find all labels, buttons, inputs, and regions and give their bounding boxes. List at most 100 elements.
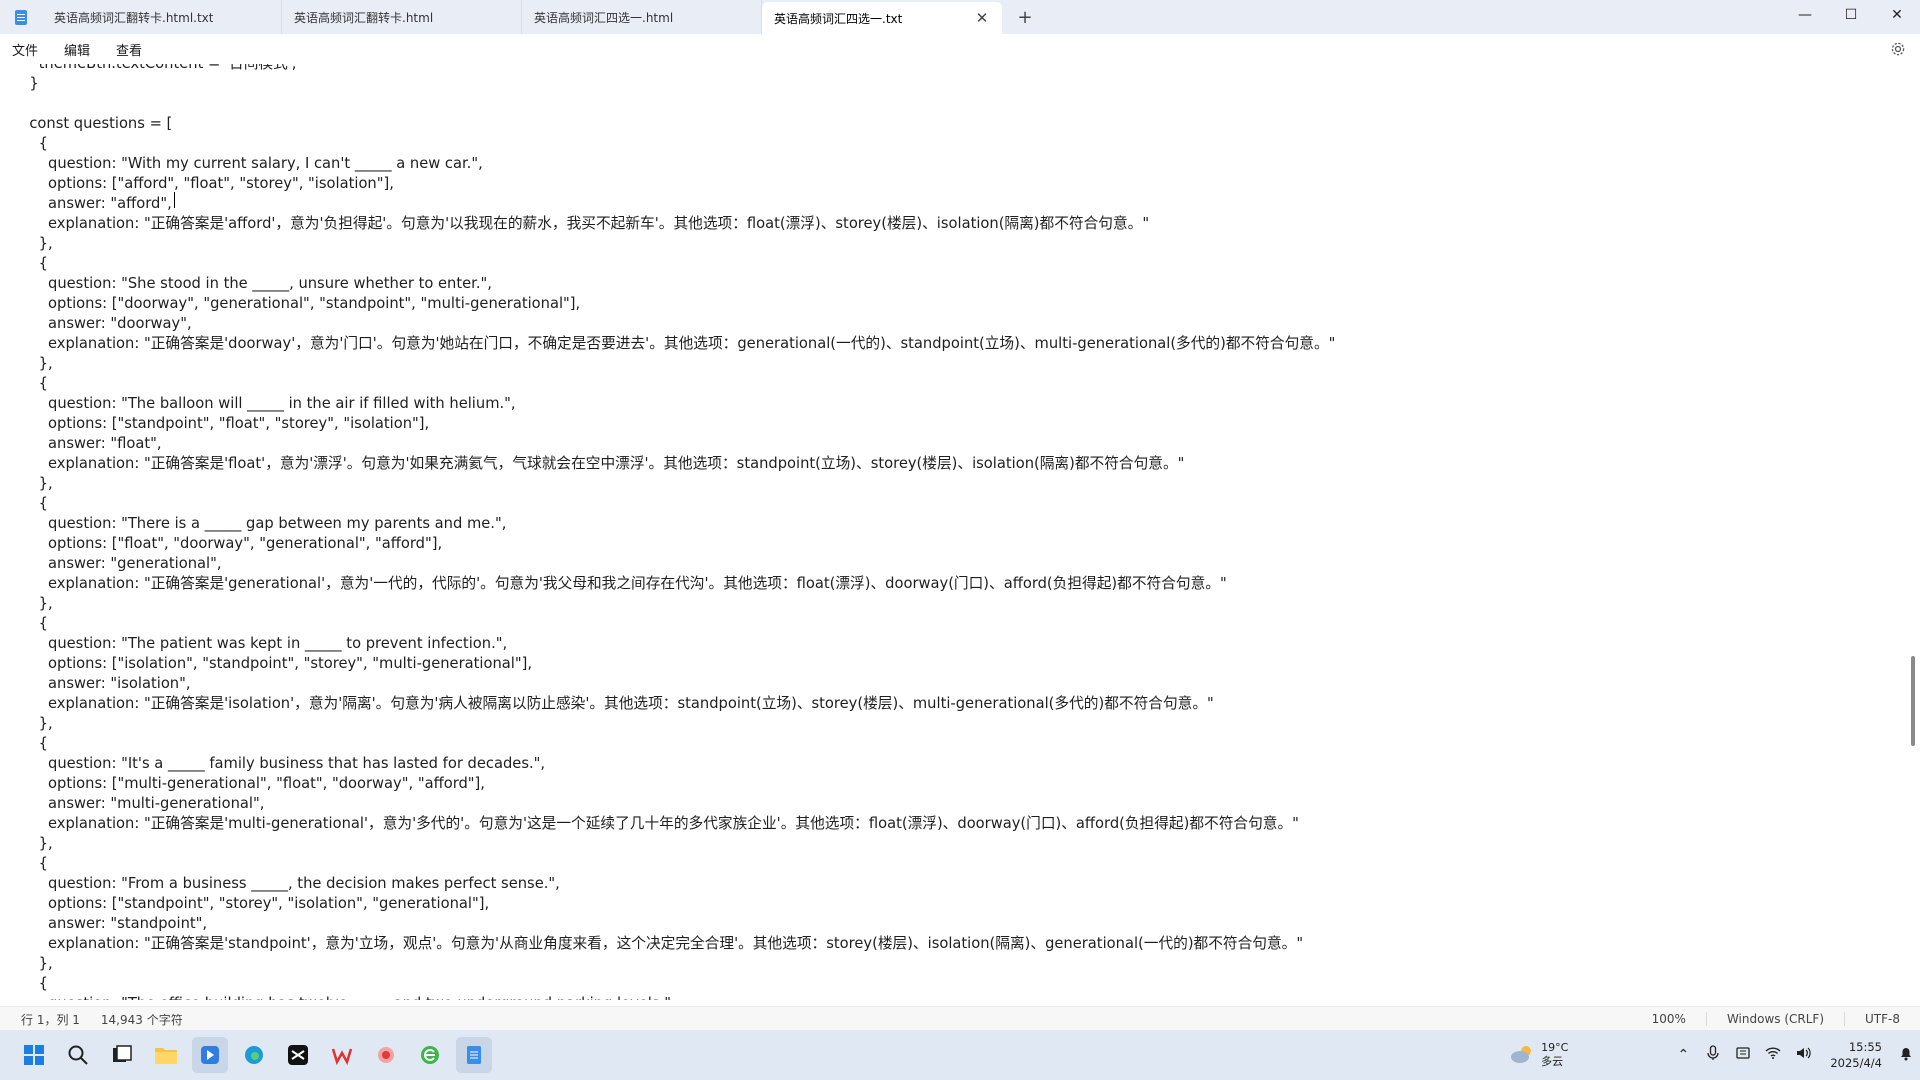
code-line[interactable]: },	[20, 354, 1905, 374]
input-method-icon[interactable]	[1728, 1045, 1758, 1065]
editor-content[interactable]: themeBtn.textContent = '日间模式'; } const q…	[20, 64, 1905, 1000]
code-line[interactable]: explanation: "正确答案是'doorway'，意为'门口'。句意为'…	[20, 334, 1905, 354]
code-line[interactable]: answer: "multi-generational",	[20, 794, 1905, 814]
maximize-button[interactable]: ☐	[1828, 0, 1874, 30]
code-line[interactable]: question: "The office building has twelv…	[20, 994, 1905, 1000]
cloud-sun-icon	[1509, 1043, 1535, 1068]
tab-label: 英语高频词汇四选一.html	[534, 10, 674, 25]
cursor-position: 行 1，列 1	[21, 1012, 80, 1027]
code-line[interactable]: },	[20, 714, 1905, 734]
code-line[interactable]: question: "The balloon will _____ in the…	[20, 394, 1905, 414]
code-line[interactable]: options: ["float", "doorway", "generatio…	[20, 534, 1905, 554]
code-line[interactable]: explanation: "正确答案是'afford'，意为'负担得起'。句意为…	[20, 214, 1905, 234]
code-line[interactable]: question: "From a business _____, the de…	[20, 874, 1905, 894]
code-line[interactable]: }	[20, 74, 1905, 94]
close-button[interactable]: ✕	[1874, 0, 1920, 30]
search-icon[interactable]	[60, 1037, 96, 1073]
character-count: 14,943 个字符	[100, 1012, 183, 1027]
vertical-scrollbar[interactable]	[1905, 64, 1920, 1000]
edge-browser-icon[interactable]	[236, 1037, 272, 1073]
code-line[interactable]: const questions = [	[20, 114, 1905, 134]
tab-quiz-txt[interactable]: 英语高频词汇四选一.txt ✕	[762, 2, 1002, 34]
code-line[interactable]: question: "With my current salary, I can…	[20, 154, 1905, 174]
code-line[interactable]: {	[20, 134, 1905, 154]
file-explorer-icon[interactable]	[148, 1037, 184, 1073]
gear-icon[interactable]	[1888, 39, 1908, 59]
code-line[interactable]: question: "The patient was kept in _____…	[20, 634, 1905, 654]
taskbar: 19°C 多云 ⌃ 15:55 2025/4/4	[0, 1030, 1920, 1080]
status-bar: 行 1，列 1 14,943 个字符 100% Windows (CRLF) U…	[0, 1006, 1920, 1031]
tab-flashcard-html-txt[interactable]: 英语高频词汇翻转卡.html.txt	[42, 0, 282, 34]
code-line[interactable]: answer: "generational",	[20, 554, 1905, 574]
code-line[interactable]: {	[20, 854, 1905, 874]
weather-widget[interactable]: 19°C 多云	[1509, 1041, 1568, 1069]
tab-label: 英语高频词汇翻转卡.html.txt	[54, 10, 214, 25]
clock-time: 15:55	[1848, 1040, 1882, 1054]
clock[interactable]: 15:55 2025/4/4	[1830, 1039, 1882, 1071]
code-line[interactable]: question: "There is a _____ gap between …	[20, 514, 1905, 534]
code-line[interactable]: },	[20, 234, 1905, 254]
menu-view[interactable]: 查看	[103, 40, 155, 59]
new-tab-button[interactable]: +	[1002, 0, 1048, 34]
code-line[interactable]: answer: "standpoint",	[20, 914, 1905, 934]
code-line[interactable]: options: ["standpoint", "float", "storey…	[20, 414, 1905, 434]
system-tray: 19°C 多云 ⌃ 15:55 2025/4/4	[1509, 1030, 1920, 1080]
capcut-icon[interactable]	[280, 1037, 316, 1073]
browser-e-icon[interactable]	[412, 1037, 448, 1073]
code-line[interactable]: answer: "float",	[20, 434, 1905, 454]
code-line[interactable]: options: ["multi-generational", "float",…	[20, 774, 1905, 794]
code-line[interactable]: },	[20, 594, 1905, 614]
task-view-icon[interactable]	[104, 1037, 140, 1073]
minimize-button[interactable]: —	[1782, 0, 1828, 30]
weather-description: 多云	[1541, 1055, 1564, 1068]
code-line[interactable]: },	[20, 834, 1905, 854]
tab-flashcard-html[interactable]: 英语高频词汇翻转卡.html	[282, 0, 522, 34]
code-line[interactable]	[20, 94, 1905, 114]
app-arrow-icon[interactable]	[192, 1037, 228, 1073]
code-line[interactable]: },	[20, 954, 1905, 974]
code-line[interactable]: themeBtn.textContent = '日间模式';	[20, 64, 1905, 74]
notepad-icon	[0, 0, 42, 34]
code-line[interactable]: },	[20, 474, 1905, 494]
code-line[interactable]: answer: "doorway",	[20, 314, 1905, 334]
code-line[interactable]: {	[20, 494, 1905, 514]
wifi-icon[interactable]	[1758, 1046, 1788, 1064]
menu-edit[interactable]: 编辑	[51, 40, 103, 59]
tab-quiz-html[interactable]: 英语高频词汇四选一.html	[522, 0, 762, 34]
code-line[interactable]: {	[20, 734, 1905, 754]
notification-bell-icon[interactable]	[1892, 1045, 1920, 1065]
code-line[interactable]: {	[20, 374, 1905, 394]
notepad-taskbar-icon[interactable]	[456, 1037, 492, 1073]
code-line[interactable]: {	[20, 974, 1905, 994]
volume-icon[interactable]	[1788, 1046, 1818, 1064]
code-line[interactable]: answer: "afford",	[20, 194, 1905, 214]
microphone-icon[interactable]	[1698, 1045, 1728, 1065]
code-line[interactable]: question: "She stood in the _____, unsur…	[20, 274, 1905, 294]
chevron-up-icon[interactable]: ⌃	[1668, 1047, 1698, 1063]
scrollbar-thumb[interactable]	[1911, 656, 1915, 746]
line-ending[interactable]: Windows (CRLF)	[1705, 1012, 1844, 1026]
code-line[interactable]: options: ["doorway", "generational", "st…	[20, 294, 1905, 314]
code-line[interactable]: options: ["isolation", "standpoint", "st…	[20, 654, 1905, 674]
code-line[interactable]: {	[20, 254, 1905, 274]
windows-start-icon[interactable]	[16, 1037, 52, 1073]
menu-file[interactable]: 文件	[0, 40, 51, 59]
encoding[interactable]: UTF-8	[1844, 1012, 1920, 1026]
code-line[interactable]: explanation: "正确答案是'multi-generational'，…	[20, 814, 1905, 834]
text-editor[interactable]: themeBtn.textContent = '日间模式'; } const q…	[0, 64, 1905, 1000]
title-bar: 英语高频词汇翻转卡.html.txt 英语高频词汇翻转卡.html 英语高频词汇…	[0, 0, 1920, 34]
code-line[interactable]: options: ["standpoint", "storey", "isola…	[20, 894, 1905, 914]
code-line[interactable]: explanation: "正确答案是'generational'，意为'一代的…	[20, 574, 1905, 594]
code-line[interactable]: answer: "isolation",	[20, 674, 1905, 694]
window-controls: — ☐ ✕	[1782, 0, 1920, 30]
code-line[interactable]: question: "It's a _____ family business …	[20, 754, 1905, 774]
close-icon[interactable]: ✕	[974, 9, 990, 27]
code-line[interactable]: explanation: "正确答案是'isolation'，意为'隔离'。句意…	[20, 694, 1905, 714]
wps-office-icon[interactable]	[324, 1037, 360, 1073]
code-line[interactable]: options: ["afford", "float", "storey", "…	[20, 174, 1905, 194]
code-line[interactable]: {	[20, 614, 1905, 634]
code-line[interactable]: explanation: "正确答案是'standpoint'，意为'立场，观点…	[20, 934, 1905, 954]
record-app-icon[interactable]	[368, 1037, 404, 1073]
code-line[interactable]: explanation: "正确答案是'float'，意为'漂浮'。句意为'如果…	[20, 454, 1905, 474]
zoom-level[interactable]: 100%	[1632, 1012, 1706, 1026]
